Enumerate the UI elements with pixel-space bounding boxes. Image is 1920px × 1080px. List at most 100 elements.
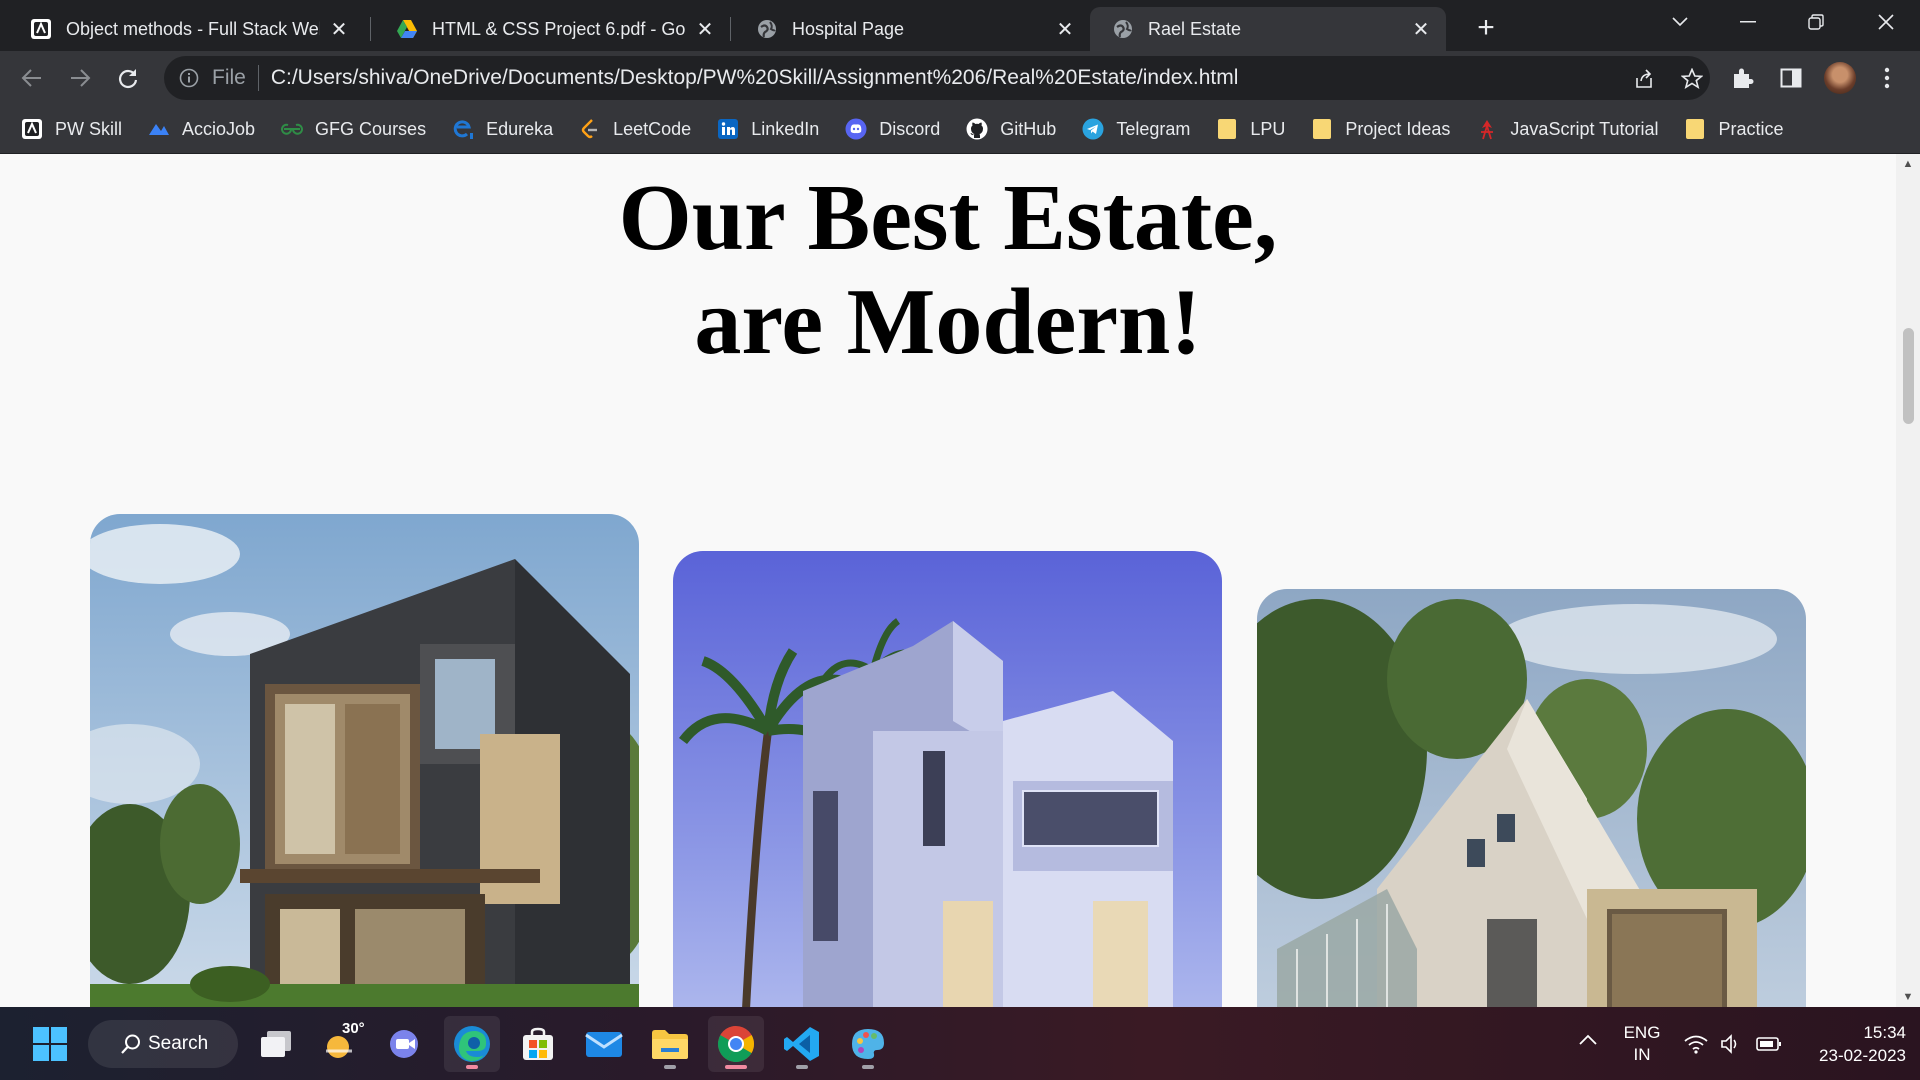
bookmark-folder-lpu[interactable]: LPU (1216, 118, 1285, 140)
clock-date: 23-02-2023 (1819, 1046, 1906, 1065)
scheme-label: File (212, 66, 246, 89)
teams-meet-button[interactable] (378, 1016, 434, 1072)
tab-search-dropdown-icon[interactable] (1652, 0, 1708, 44)
bookmark-label: Edureka (486, 118, 554, 139)
bookmark-star-icon[interactable] (1680, 67, 1704, 91)
side-panel-icon[interactable] (1778, 65, 1804, 91)
chevron-up-icon (1579, 1034, 1597, 1045)
battery-icon[interactable] (1756, 1036, 1782, 1057)
bookmark-acciojob[interactable]: AccioJob (148, 118, 255, 140)
chrome-browser-icon (717, 1026, 755, 1063)
page-scrollbar[interactable]: ▲ ▼ (1896, 154, 1920, 1007)
tab-rael-estate[interactable]: Rael Estate ✕ (1090, 7, 1446, 51)
back-button[interactable] (14, 60, 50, 96)
address-bar[interactable]: File C:/Users/shiva/OneDrive/Documents/D… (164, 56, 1710, 100)
close-tab-icon[interactable]: ✕ (694, 18, 716, 41)
browser-toolbar: File C:/Users/shiva/OneDrive/Documents/D… (0, 51, 1920, 105)
close-window-button[interactable] (1858, 0, 1914, 44)
bookmark-github[interactable]: GitHub (966, 118, 1056, 140)
start-button[interactable] (22, 1016, 78, 1072)
share-icon[interactable] (1632, 67, 1656, 91)
tab-strip: Object methods - Full Stack Web ✕ HTML &… (0, 0, 1920, 51)
new-tab-button[interactable]: + (1468, 10, 1504, 46)
tab-divider (730, 17, 731, 41)
edge-browser-icon (454, 1026, 490, 1062)
wifi-icon[interactable] (1684, 1034, 1708, 1059)
estate-card-2[interactable] (673, 551, 1222, 1007)
bookmark-label: JavaScript Tutorial (1510, 118, 1659, 139)
bookmark-folder-practice[interactable]: Practice (1684, 118, 1784, 140)
search-label: Search (148, 1033, 209, 1054)
tab-hospital-page[interactable]: Hospital Page ✕ (734, 7, 1090, 51)
bookmark-label: PW Skill (55, 118, 122, 139)
mail-envelope-icon (585, 1032, 623, 1057)
bookmark-linkedin[interactable]: LinkedIn (717, 118, 819, 140)
chrome-button[interactable] (708, 1016, 764, 1072)
bookmark-pw-skill[interactable]: PW Skill (21, 118, 122, 140)
task-view-button[interactable] (248, 1016, 304, 1072)
paint-button[interactable] (840, 1016, 896, 1072)
bookmark-telegram[interactable]: Telegram (1082, 118, 1190, 140)
bookmark-label: Discord (879, 118, 941, 139)
forward-button[interactable] (62, 60, 98, 96)
estate-card-1[interactable] (90, 514, 639, 1007)
tab-title: Object methods - Full Stack Web (66, 18, 320, 39)
discord-icon (845, 118, 867, 140)
site-info-icon[interactable] (178, 67, 200, 89)
bookmark-discord[interactable]: Discord (845, 118, 940, 140)
bookmark-javascript-tutorial[interactable]: JavaScript Tutorial (1476, 118, 1658, 140)
extensions-icon[interactable] (1730, 65, 1756, 91)
estate-card-3[interactable] (1257, 589, 1806, 1007)
tab-title: Rael Estate (1148, 18, 1242, 39)
address-divider (257, 65, 259, 91)
language-indicator[interactable]: ENG IN (1620, 1022, 1664, 1066)
more-menu-icon[interactable] (1874, 65, 1900, 91)
scrollbar-thumb[interactable] (1903, 328, 1914, 424)
vscode-button[interactable] (774, 1016, 830, 1072)
profile-avatar[interactable] (1824, 62, 1856, 94)
running-indicator (796, 1065, 808, 1069)
reload-button[interactable] (110, 60, 146, 96)
bookmark-label: GFG Courses (315, 118, 427, 139)
weather-widget[interactable]: 30° (312, 1016, 368, 1072)
bookmark-leetcode[interactable]: LeetCode (579, 118, 691, 140)
clock-time: 15:34 (1863, 1023, 1906, 1042)
edge-button[interactable] (444, 1016, 500, 1072)
folder-icon (1684, 118, 1706, 140)
gfg-icon (281, 118, 304, 140)
close-tab-icon[interactable]: ✕ (328, 18, 350, 41)
modern-house-photo-1 (90, 514, 639, 1007)
bookmark-edureka[interactable]: Edureka (452, 118, 553, 140)
file-explorer-button[interactable] (642, 1016, 698, 1072)
mail-button[interactable] (576, 1016, 632, 1072)
close-tab-icon[interactable]: ✕ (1054, 18, 1076, 41)
edureka-icon (452, 118, 474, 140)
tab-object-methods[interactable]: Object methods - Full Stack Web ✕ (8, 7, 364, 51)
running-indicator (862, 1065, 874, 1069)
show-hidden-icons-button[interactable] (1578, 1033, 1598, 1051)
scroll-up-arrow-icon[interactable]: ▲ (1896, 154, 1920, 174)
url-text[interactable]: C:/Users/shiva/OneDrive/Documents/Deskto… (271, 66, 1239, 90)
vscode-icon (784, 1027, 819, 1061)
folder-icon (1311, 118, 1333, 140)
bookmark-label: LeetCode (613, 118, 692, 139)
bookmarks-bar: PW Skill AccioJob GFG Courses Edureka Le… (0, 105, 1920, 154)
restore-window-button[interactable] (1788, 0, 1844, 44)
tab-divider (370, 17, 371, 41)
region-code: IN (1633, 1045, 1651, 1064)
microsoft-store-button[interactable] (510, 1016, 566, 1072)
heading-line-1: Our Best Estate, (618, 166, 1278, 270)
pw-skill-icon (30, 18, 52, 40)
tab-html-css-project-pdf[interactable]: HTML & CSS Project 6.pdf - Goo ✕ (374, 7, 730, 51)
folder-icon (652, 1030, 688, 1059)
store-bag-icon (523, 1027, 553, 1060)
clock[interactable]: 15:34 23-02-2023 (1800, 1021, 1906, 1067)
minimize-window-button[interactable] (1720, 0, 1776, 44)
bookmark-folder-project-ideas[interactable]: Project Ideas (1311, 118, 1450, 140)
volume-icon[interactable] (1720, 1034, 1744, 1059)
taskbar-search[interactable]: Search (88, 1020, 238, 1068)
bookmark-gfg-courses[interactable]: GFG Courses (281, 118, 426, 140)
scroll-down-arrow-icon[interactable]: ▼ (1896, 987, 1920, 1007)
close-tab-icon[interactable]: ✕ (1410, 18, 1432, 41)
github-icon (966, 118, 988, 140)
